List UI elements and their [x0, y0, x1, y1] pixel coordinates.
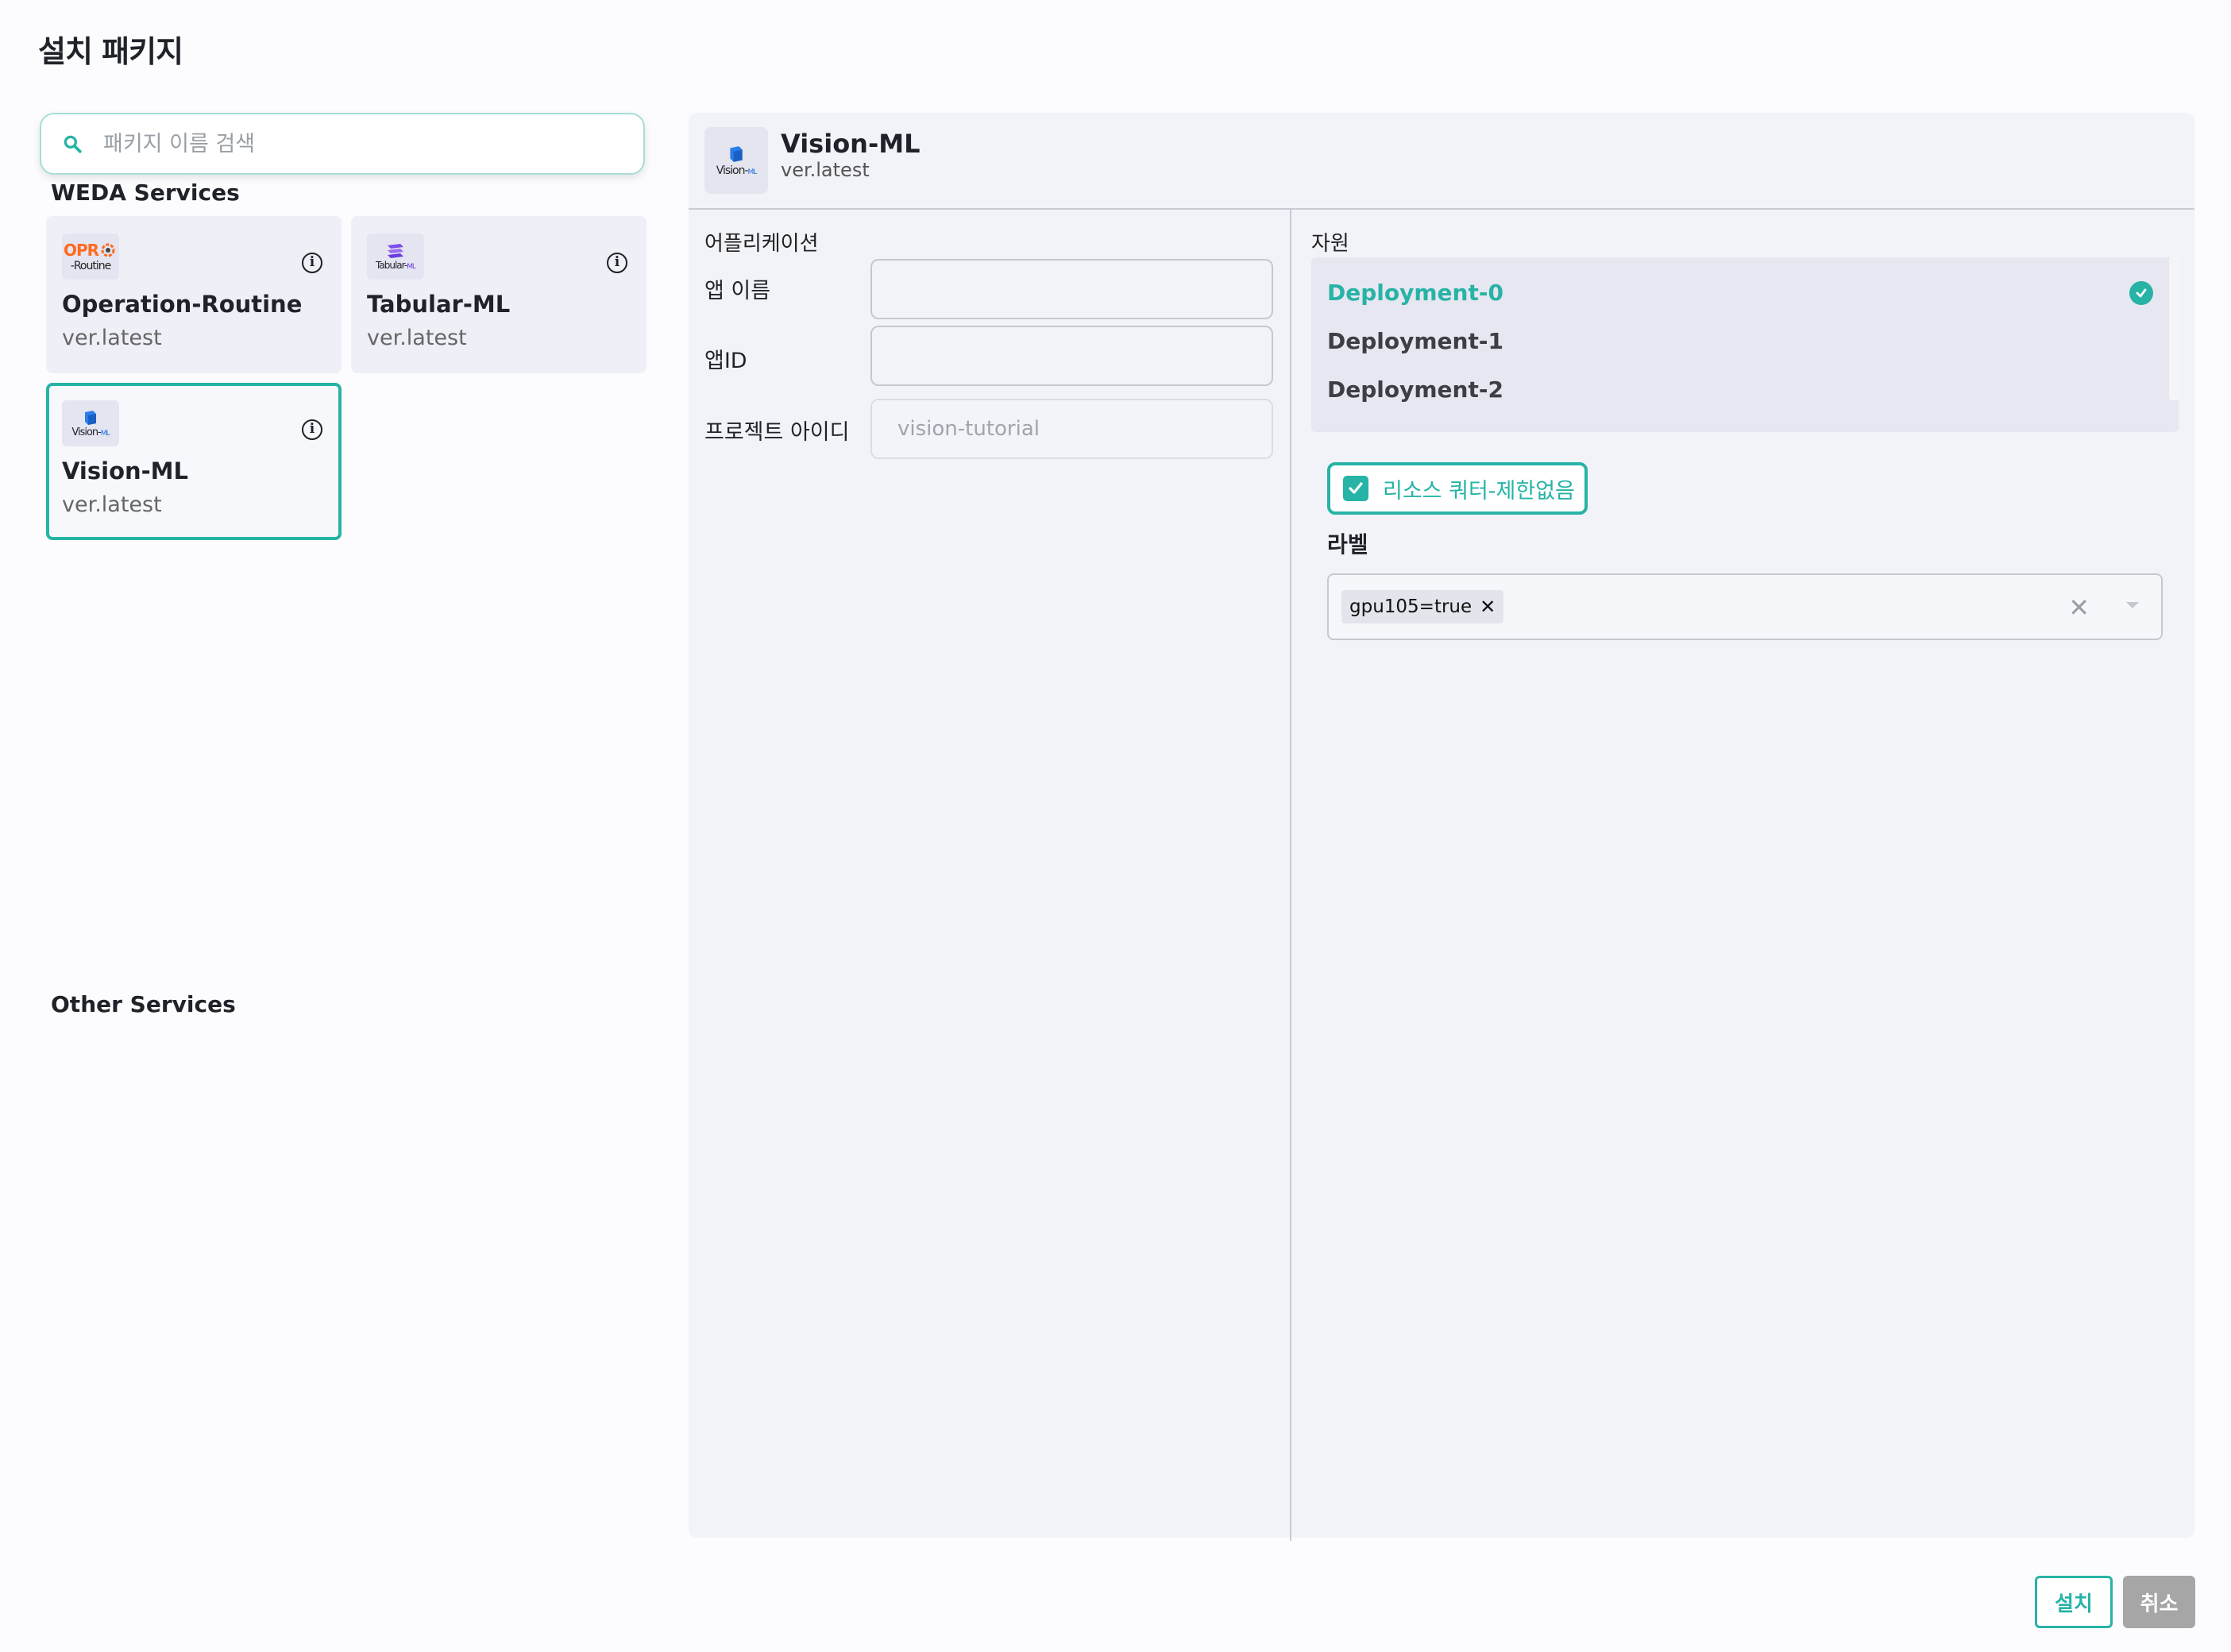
tabular-ml-logo: Tabular-ML [367, 234, 424, 280]
info-icon[interactable]: i [302, 253, 322, 273]
search-icon [64, 135, 82, 153]
weda-services-heading: WEDA Services [51, 179, 240, 206]
tag-remove-icon[interactable]: ✕ [1480, 596, 1496, 618]
operation-routine-logo: OPR -Routine [62, 234, 119, 280]
app-name-label: 앱 이름 [704, 279, 771, 303]
application-section-label: 어플리케이션 [704, 232, 819, 256]
package-card-tabular-ml[interactable]: Tabular-ML i Tabular-ML ver.latest [351, 216, 647, 373]
info-icon[interactable]: i [302, 419, 322, 440]
resource-quota-label: 리소스 쿼터-제한없음 [1383, 478, 1575, 504]
checkbox-checked-icon[interactable] [1343, 476, 1368, 501]
deployment-item[interactable]: Deployment-1 [1311, 317, 2179, 365]
gear-icon [101, 243, 115, 257]
labels-heading: 라벨 [1327, 531, 1368, 558]
vision-ml-logo: Vision-ML [704, 127, 768, 194]
column-divider [1290, 210, 1291, 1541]
page-title: 설치 패키지 [38, 34, 183, 69]
package-name: Operation-Routine [62, 291, 303, 318]
deployment-list: Deployment-0 Deployment-1 Deployment-2 [1311, 257, 2179, 432]
other-services-heading: Other Services [51, 991, 236, 1017]
label-tag: gpu105=true ✕ [1341, 590, 1504, 623]
package-detail-panel: Vision-ML Vision-ML ver.latest 어플리케이션 앱 … [689, 113, 2194, 1541]
check-circle-icon [2129, 281, 2153, 305]
app-id-label: 앱ID [704, 349, 747, 373]
cube-icon [730, 146, 743, 162]
package-version: ver.latest [367, 326, 467, 350]
chevron-down-icon[interactable] [2126, 602, 2139, 608]
install-package-dialog: 설치 패키지 WEDA Services OPR -Routine i Oper… [0, 0, 2231, 1652]
package-name: Tabular-ML [367, 291, 511, 318]
app-id-input[interactable] [870, 326, 1273, 386]
deployment-item[interactable]: Deployment-2 [1311, 365, 2179, 414]
detail-package-name: Vision-ML [781, 129, 921, 159]
vision-ml-logo: Vision-ML [62, 400, 119, 446]
package-card-vision-ml[interactable]: Vision-ML i Vision-ML ver.latest [46, 383, 342, 540]
project-id-input [870, 399, 1273, 459]
cube-icon [85, 410, 96, 425]
deployment-item[interactable]: Deployment-0 [1311, 268, 2179, 317]
cancel-button[interactable]: 취소 [2123, 1576, 2195, 1628]
label-multiselect[interactable]: gpu105=true ✕ ✕ [1327, 573, 2163, 640]
package-name: Vision-ML [62, 457, 189, 484]
clear-icon[interactable]: ✕ [2068, 592, 2090, 623]
resource-quota-checkbox[interactable]: 리소스 쿼터-제한없음 [1327, 462, 1588, 515]
package-search[interactable] [40, 113, 645, 175]
app-name-input[interactable] [870, 259, 1273, 319]
package-card-operation-routine[interactable]: OPR -Routine i Operation-Routine ver.lat… [46, 216, 342, 373]
info-icon[interactable]: i [607, 253, 627, 273]
package-version: ver.latest [62, 492, 162, 517]
project-id-label: 프로젝트 아이디 [704, 420, 850, 445]
search-input[interactable] [103, 131, 643, 156]
package-version: ver.latest [62, 326, 162, 350]
detail-header: Vision-ML Vision-ML ver.latest [689, 113, 2194, 210]
install-button[interactable]: 설치 [2035, 1576, 2113, 1628]
resource-section-label: 자원 [1311, 232, 1349, 256]
layers-icon [388, 244, 403, 258]
detail-package-version: ver.latest [781, 159, 870, 181]
